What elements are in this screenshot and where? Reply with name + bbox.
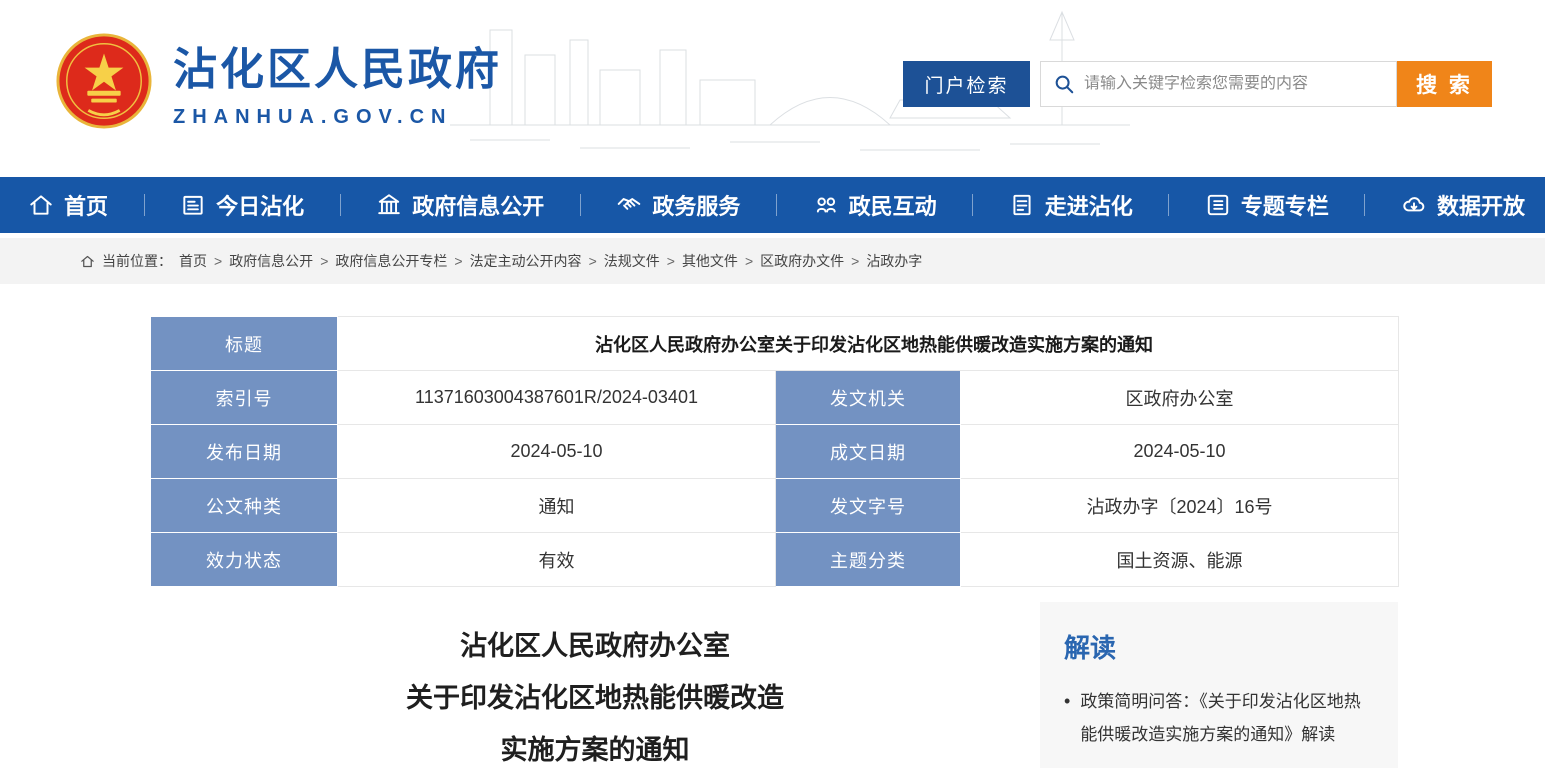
list-item: • 政策简明问答：《关于印发沾化区地热能供暖改造实施方案的通知》解读 xyxy=(1064,685,1374,751)
nav-label: 专题专栏 xyxy=(1241,189,1329,221)
nav-divider xyxy=(1168,194,1169,216)
nav-divider xyxy=(340,194,341,216)
meta-label-issuing-org: 发文机关 xyxy=(776,371,961,425)
meta-value-publish-date: 2024-05-10 xyxy=(338,425,776,479)
nav-label: 政务服务 xyxy=(652,189,740,221)
article-title-line-1: 沾化区人民政府办公室 xyxy=(150,620,1040,672)
nav-label: 政民互动 xyxy=(849,189,937,221)
breadcrumb-separator: > xyxy=(667,253,675,269)
meta-value-validity: 有效 xyxy=(338,533,776,587)
meta-label-written-date: 成文日期 xyxy=(776,425,961,479)
search-box xyxy=(1040,61,1397,107)
meta-label-subject: 主题分类 xyxy=(776,533,961,587)
nav-divider xyxy=(1364,194,1365,216)
meta-value-doc-type: 通知 xyxy=(338,479,776,533)
home-icon xyxy=(28,192,54,218)
nav-item-info-disclosure[interactable]: 政府信息公开 xyxy=(362,189,558,221)
site-subtitle: ZHANHUA.GOV.CN xyxy=(173,106,502,129)
meta-label-validity: 效力状态 xyxy=(151,533,338,587)
gov-building-icon xyxy=(376,192,402,218)
breadcrumb-link-district-docs[interactable]: 区政府办文件 xyxy=(760,251,844,271)
location-home-icon xyxy=(80,254,95,269)
nav-label: 今日沾化 xyxy=(216,189,304,221)
table-row: 发布日期 2024-05-10 成文日期 2024-05-10 xyxy=(151,425,1399,479)
breadcrumb-separator: > xyxy=(745,253,753,269)
breadcrumb-separator: > xyxy=(454,253,462,269)
meta-label-publish-date: 发布日期 xyxy=(151,425,338,479)
bullet-icon: • xyxy=(1064,685,1070,751)
breadcrumb-separator: > xyxy=(320,253,328,269)
nav-divider xyxy=(144,194,145,216)
breadcrumb-separator: > xyxy=(214,253,222,269)
nav-item-today[interactable]: 今日沾化 xyxy=(166,189,318,221)
article: 沾化区人民政府办公室 关于印发沾化区地热能供暖改造 实施方案的通知 xyxy=(150,602,1040,768)
breadcrumb-link-home[interactable]: 首页 xyxy=(179,251,207,271)
nav-divider xyxy=(776,194,777,216)
national-emblem-logo xyxy=(55,32,153,130)
meta-value-title: 沾化区人民政府办公室关于印发沾化区地热能供暖改造实施方案的通知 xyxy=(338,317,1399,371)
content-row: 沾化区人民政府办公室 关于印发沾化区地热能供暖改造 实施方案的通知 解读 • 政… xyxy=(150,602,1398,768)
portal-search-button[interactable]: 门户检索 xyxy=(903,61,1030,107)
breadcrumb-link-info[interactable]: 政府信息公开 xyxy=(229,251,313,271)
site-header: 沾化区人民政府 ZHANHUA.GOV.CN 门户检索 搜 索 xyxy=(0,0,1545,177)
meta-value-doc-number: 沾政办字〔2024〕16号 xyxy=(961,479,1399,533)
interpretation-link[interactable]: 政策简明问答：《关于印发沾化区地热能供暖改造实施方案的通知》解读 xyxy=(1080,685,1374,751)
interpretation-panel: 解读 • 政策简明问答：《关于印发沾化区地热能供暖改造实施方案的通知》解读 xyxy=(1040,602,1398,768)
main-nav: 首页 今日沾化 政府信息公开 政务服务 政民互动 走进沾化 专题 xyxy=(0,177,1545,233)
document-icon xyxy=(1009,192,1035,218)
news-icon xyxy=(180,192,206,218)
nav-item-topics[interactable]: 专题专栏 xyxy=(1191,189,1343,221)
breadcrumb: 当前位置： 首页 > 政府信息公开 > 政府信息公开专栏 > 法定主动公开内容 … xyxy=(0,238,1545,284)
breadcrumb-link-zhanzhengbanzi[interactable]: 沾政办字 xyxy=(866,251,922,271)
table-row: 标题 沾化区人民政府办公室关于印发沾化区地热能供暖改造实施方案的通知 xyxy=(151,317,1399,371)
interpretation-heading: 解读 xyxy=(1064,628,1374,665)
nav-label: 数据开放 xyxy=(1437,189,1525,221)
nav-item-services[interactable]: 政务服务 xyxy=(602,189,754,221)
meta-label-index: 索引号 xyxy=(151,371,338,425)
breadcrumb-separator: > xyxy=(851,253,859,269)
meta-label-title: 标题 xyxy=(151,317,338,371)
article-title-line-2: 关于印发沾化区地热能供暖改造 xyxy=(150,672,1040,724)
search-icon xyxy=(1053,73,1075,95)
nav-item-interaction[interactable]: 政民互动 xyxy=(799,189,951,221)
search-area: 门户检索 搜 索 xyxy=(903,61,1492,107)
table-row: 公文种类 通知 发文字号 沾政办字〔2024〕16号 xyxy=(151,479,1399,533)
meta-value-subject: 国土资源、能源 xyxy=(961,533,1399,587)
article-title: 沾化区人民政府办公室 关于印发沾化区地热能供暖改造 实施方案的通知 xyxy=(150,620,1040,768)
cloud-download-icon xyxy=(1401,192,1427,218)
search-submit-button[interactable]: 搜 索 xyxy=(1397,61,1492,107)
breadcrumb-link-statutory[interactable]: 法定主动公开内容 xyxy=(470,251,582,271)
topics-list-icon xyxy=(1205,192,1231,218)
nav-item-open-data[interactable]: 数据开放 xyxy=(1387,189,1539,221)
nav-label: 首页 xyxy=(64,189,108,221)
nav-divider xyxy=(580,194,581,216)
meta-label-doc-number: 发文字号 xyxy=(776,479,961,533)
breadcrumb-separator: > xyxy=(589,253,597,269)
meta-value-index: 11371603004387601R/2024-03401 xyxy=(338,371,776,425)
page: 沾化区人民政府 ZHANHUA.GOV.CN 门户检索 搜 索 首页 今日沾化 xyxy=(0,0,1545,768)
breadcrumb-link-regulations[interactable]: 法规文件 xyxy=(604,251,660,271)
nav-item-home[interactable]: 首页 xyxy=(14,189,122,221)
meta-value-written-date: 2024-05-10 xyxy=(961,425,1399,479)
article-title-line-3: 实施方案的通知 xyxy=(150,724,1040,768)
table-row: 索引号 11371603004387601R/2024-03401 发文机关 区… xyxy=(151,371,1399,425)
document-meta-table: 标题 沾化区人民政府办公室关于印发沾化区地热能供暖改造实施方案的通知 索引号 1… xyxy=(150,316,1398,587)
brand-text: 沾化区人民政府 ZHANHUA.GOV.CN xyxy=(173,33,502,129)
site-title: 沾化区人民政府 xyxy=(173,33,502,97)
nav-item-about[interactable]: 走进沾化 xyxy=(995,189,1147,221)
breadcrumb-prefix: 当前位置： xyxy=(102,251,172,271)
meta-value-issuing-org: 区政府办公室 xyxy=(961,371,1399,425)
table-row: 效力状态 有效 主题分类 国土资源、能源 xyxy=(151,533,1399,587)
service-handshake-icon xyxy=(616,192,642,218)
meta-label-doc-type: 公文种类 xyxy=(151,479,338,533)
nav-label: 政府信息公开 xyxy=(412,189,544,221)
nav-divider xyxy=(972,194,973,216)
breadcrumb-link-other-docs[interactable]: 其他文件 xyxy=(682,251,738,271)
interaction-people-icon xyxy=(813,192,839,218)
breadcrumb-link-info-column[interactable]: 政府信息公开专栏 xyxy=(335,251,447,271)
site-brand[interactable]: 沾化区人民政府 ZHANHUA.GOV.CN xyxy=(55,32,502,130)
nav-label: 走进沾化 xyxy=(1045,189,1133,221)
search-input[interactable] xyxy=(1084,75,1384,93)
